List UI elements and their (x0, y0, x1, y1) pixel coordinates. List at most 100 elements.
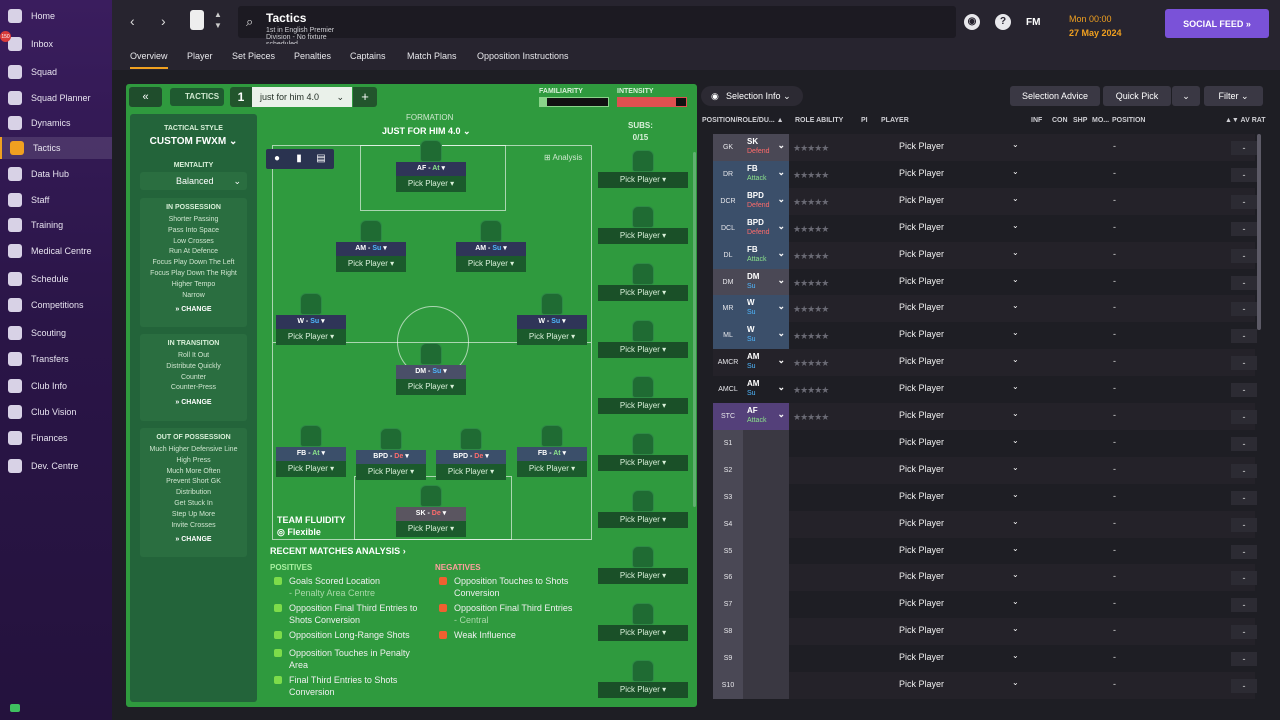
pick-player-dropdown[interactable]: Pick Player (899, 679, 944, 689)
column-header-pi[interactable]: PI (861, 117, 868, 124)
chevron-down-icon[interactable]: ⌄ (1012, 167, 1019, 176)
sidebar-item-inbox[interactable]: Inbox (0, 33, 112, 55)
table-row[interactable]: S5 Pick Player ⌄ - - (713, 537, 1257, 565)
pick-player-dropdown[interactable]: Pick Player ▾ (276, 329, 346, 345)
chevron-down-icon[interactable]: ⌄ (1012, 221, 1019, 230)
quick-pick-dropdown[interactable]: ⌄ (1172, 86, 1200, 106)
sidebar-item-scouting[interactable]: Scouting (0, 322, 112, 344)
sub-slot[interactable]: Pick Player ▾ (598, 490, 688, 528)
in-possession-box[interactable]: IN POSSESSION Shorter Passing Pass Into … (140, 198, 247, 327)
chevron-down-icon[interactable]: ⌄ (1012, 301, 1019, 310)
chevron-down-icon[interactable]: ⌄ (1012, 275, 1019, 284)
pick-player-dropdown[interactable]: Pick Player ▾ (598, 285, 688, 301)
sub-slot[interactable]: Pick Player ▾ (598, 320, 688, 358)
pick-player-dropdown[interactable]: Pick Player ▾ (456, 256, 526, 272)
chevron-down-icon[interactable]: ⌄ (1012, 463, 1019, 472)
table-row[interactable]: S3 Pick Player ⌄ - - (713, 483, 1257, 511)
table-row[interactable]: GK ★★★★★ SK Defend ⌄ Pick Player ⌄ - - (713, 134, 1257, 161)
chevron-down-icon[interactable]: ⌄ (1012, 355, 1019, 364)
table-row[interactable]: DCL ★★★★★ BPD Defend ⌄ Pick Player ⌄ - - (713, 214, 1257, 242)
column-header-player[interactable]: PLAYER (881, 117, 909, 124)
role-cell[interactable] (743, 429, 789, 457)
role-cell[interactable]: AM Su ⌄ (743, 349, 789, 376)
selection-advice-button[interactable]: Selection Advice (1010, 86, 1100, 106)
sidebar-item-club-vision[interactable]: Club Vision (0, 401, 112, 423)
recent-matches-analysis-link[interactable]: RECENT MATCHES ANALYSIS › (270, 546, 406, 556)
role-cell[interactable] (743, 456, 789, 484)
pick-player-dropdown[interactable]: Pick Player ▾ (598, 455, 688, 471)
chevron-down-icon[interactable]: ⌄ (1012, 570, 1019, 579)
club-switch-arrows-icon[interactable]: ▲ ▼ (214, 9, 222, 31)
out-of-possession-box[interactable]: OUT OF POSSESSION Much Higher Defensive … (140, 428, 247, 557)
sidebar-item-data-hub[interactable]: Data Hub (0, 163, 112, 185)
card-icon[interactable]: ▤ (314, 152, 328, 166)
formation-dropdown[interactable]: JUST FOR HIM 4.0 ⌄ (382, 126, 471, 137)
role-cell[interactable]: AM Su ⌄ (743, 376, 789, 403)
in-possession-change-button[interactable]: » CHANGE (140, 306, 247, 313)
tab-player[interactable]: Player (187, 51, 213, 61)
role-cell[interactable]: SK Defend ⌄ (743, 134, 789, 161)
pick-player-dropdown[interactable]: Pick Player ▾ (336, 256, 406, 272)
player-slot-am-right[interactable]: AM - Su ▾ Pick Player ▾ (456, 220, 526, 272)
sidebar-item-competitions[interactable]: Competitions (0, 294, 112, 316)
player-slot-fb-left[interactable]: FB - At ▾ Pick Player ▾ (276, 425, 346, 477)
sidebar-item-schedule[interactable]: Schedule (0, 268, 112, 290)
tactic-number[interactable]: 1 (230, 87, 252, 107)
chevron-down-icon[interactable]: ⌄ (1012, 517, 1019, 526)
pick-player-dropdown[interactable]: Pick Player ▾ (598, 512, 688, 528)
role-cell[interactable]: BPD Defend ⌄ (743, 214, 789, 242)
pick-player-dropdown[interactable]: Pick Player (899, 329, 944, 339)
tactics-button[interactable]: TACTICS (170, 88, 224, 106)
pick-player-dropdown[interactable]: Pick Player ▾ (598, 342, 688, 358)
pick-player-dropdown[interactable]: Pick Player (899, 571, 944, 581)
role-cell[interactable]: W Su ⌄ (743, 322, 789, 350)
sidebar-item-club-info[interactable]: Club Info (0, 375, 112, 397)
tactical-style-dropdown[interactable]: CUSTOM FWXM ⌄ (130, 136, 257, 147)
date-display[interactable]: Mon 00:00 27 May 2024 (1069, 12, 1122, 40)
pick-player-dropdown[interactable]: Pick Player (899, 410, 944, 420)
table-row[interactable]: S8 Pick Player ⌄ - - (713, 618, 1257, 646)
pick-player-dropdown[interactable]: Pick Player ▾ (396, 521, 466, 537)
sidebar-item-squad[interactable]: Squad (0, 61, 112, 83)
world-icon[interactable]: ◉ (964, 14, 980, 30)
out-of-possession-change-button[interactable]: » CHANGE (140, 536, 247, 543)
role-badge[interactable]: AM - Su ▾ (336, 242, 406, 256)
in-transition-box[interactable]: IN TRANSITION Roll It Out Distribute Qui… (140, 334, 247, 421)
role-cell[interactable] (743, 645, 789, 673)
role-cell[interactable]: BPD Defend ⌄ (743, 187, 789, 215)
subs-scrollbar[interactable] (693, 152, 696, 507)
column-header-con[interactable]: CON (1052, 117, 1068, 124)
add-tactic-button[interactable]: + (353, 87, 377, 107)
role-cell[interactable] (743, 618, 789, 646)
pick-player-dropdown[interactable]: Pick Player ▾ (396, 379, 466, 395)
column-header-shp[interactable]: SHP (1073, 117, 1087, 124)
column-header-av-rat[interactable]: ▲▼ AV RAT (1225, 117, 1266, 124)
role-badge[interactable]: AM - Su ▾ (456, 242, 526, 256)
chevron-down-icon[interactable]: ⌄ (1012, 624, 1019, 633)
pick-player-dropdown[interactable]: Pick Player (899, 437, 944, 447)
player-slot-bpd-right[interactable]: BPD - De ▾ Pick Player ▾ (436, 428, 506, 480)
selection-info-dropdown[interactable]: ◉ Selection Info ⌄ (701, 86, 803, 106)
sub-slot[interactable]: Pick Player ▾ (598, 263, 688, 301)
role-cell[interactable]: DM Su ⌄ (743, 268, 789, 296)
pick-player-dropdown[interactable]: Pick Player (899, 195, 944, 205)
player-slot-w-right[interactable]: W - Su ▾ Pick Player ▾ (517, 293, 587, 345)
table-row[interactable]: ML ★★★★★ W Su ⌄ Pick Player ⌄ - - (713, 322, 1257, 350)
pick-player-dropdown[interactable]: Pick Player ▾ (598, 228, 688, 244)
role-cell[interactable] (743, 672, 789, 699)
analysis-button[interactable]: ⊞ Analysis (544, 153, 582, 162)
sub-slot[interactable]: Pick Player ▾ (598, 376, 688, 414)
pick-player-dropdown[interactable]: Pick Player (899, 652, 944, 662)
fm-logo[interactable]: FM (1026, 17, 1040, 28)
player-slot-bpd-left[interactable]: BPD - De ▾ Pick Player ▾ (356, 428, 426, 480)
role-badge[interactable]: AF - At ▾ (396, 162, 466, 176)
sub-slot[interactable]: Pick Player ▾ (598, 546, 688, 584)
tab-penalties[interactable]: Penalties (294, 51, 331, 61)
team-fluidity[interactable]: TEAM FLUIDITY ◎ Flexible (277, 514, 346, 538)
pick-player-dropdown[interactable]: Pick Player (899, 625, 944, 635)
role-cell[interactable]: W Su ⌄ (743, 295, 789, 323)
role-cell[interactable] (743, 483, 789, 511)
pick-player-dropdown[interactable]: Pick Player ▾ (598, 172, 688, 188)
pick-player-dropdown[interactable]: Pick Player ▾ (598, 398, 688, 414)
table-row[interactable]: AMCR ★★★★★ AM Su ⌄ Pick Player ⌄ - - (713, 349, 1257, 377)
